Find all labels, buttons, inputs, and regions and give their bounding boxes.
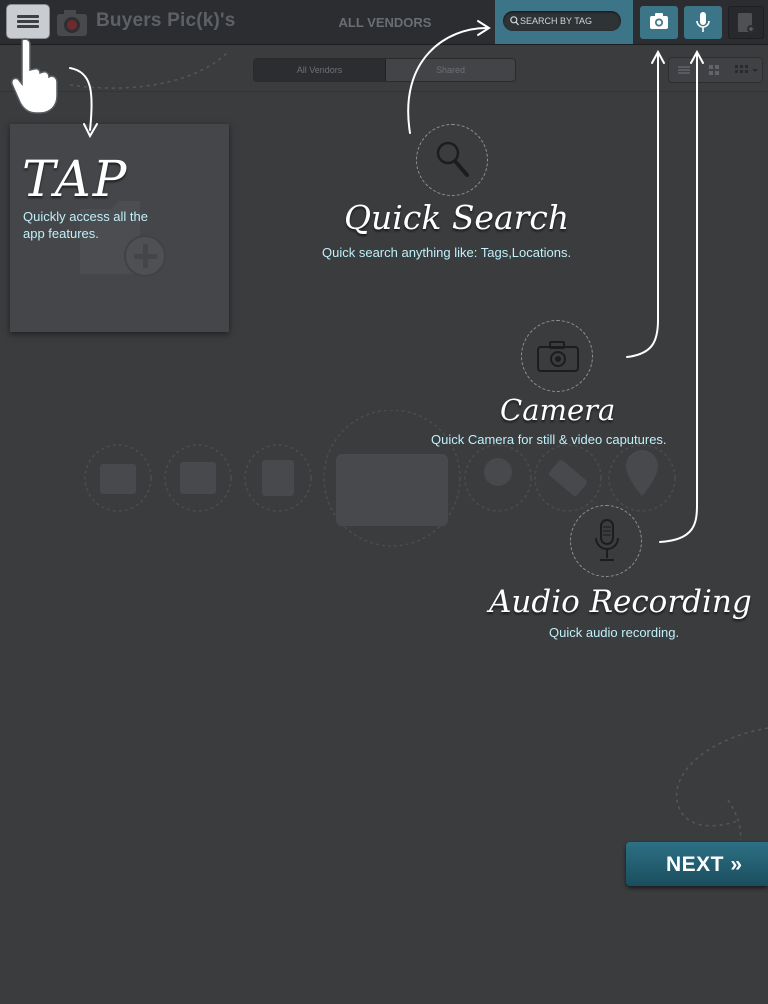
audio-recording-title: Audio Recording: [489, 584, 752, 620]
audio-recording-description: Quick audio recording.: [549, 625, 680, 640]
camera-icon: [537, 341, 579, 372]
tap-title: TAP: [22, 150, 129, 208]
camera-title: Camera: [500, 393, 616, 427]
next-button[interactable]: NEXT »: [626, 842, 768, 886]
camera-badge: [521, 320, 593, 392]
next-button-label: NEXT »: [666, 853, 743, 876]
quick-search-badge: [416, 124, 488, 196]
tap-description: Quickly access all the app features.: [23, 209, 148, 241]
microphone-icon: [595, 519, 619, 561]
hand-pointer-icon: [11, 38, 58, 114]
quick-search-description: Quick search anything like: Tags,Locatio…: [322, 245, 572, 260]
audio-badge: [570, 505, 642, 577]
camera-description: Quick Camera for still & video caputures…: [431, 432, 667, 447]
quick-search-title: Quick Search: [344, 198, 570, 237]
search-icon: [436, 141, 469, 177]
